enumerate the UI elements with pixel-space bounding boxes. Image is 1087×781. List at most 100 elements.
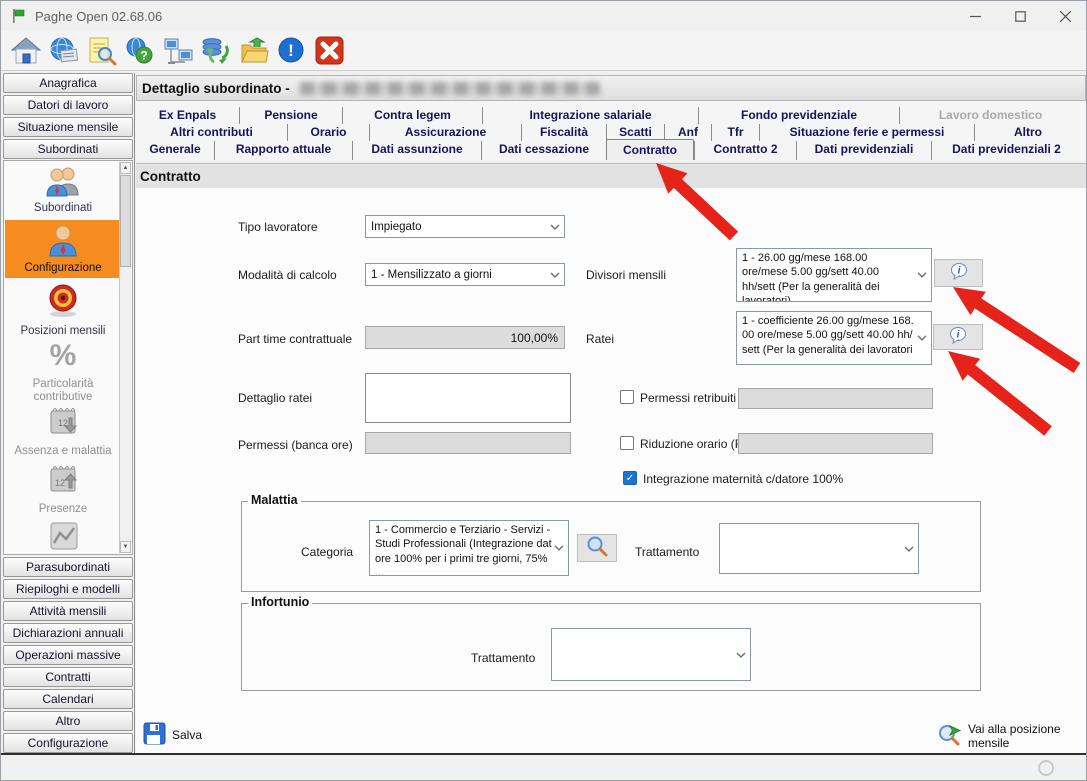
panel-item-assenza-e-malattia[interactable]: 12 Assenza e malattia — [5, 404, 121, 460]
panel-item-posizioni-mensili[interactable]: Posizioni mensili — [5, 282, 121, 338]
svg-text:%: % — [50, 339, 77, 372]
divisori-info-button[interactable]: i — [934, 259, 983, 287]
search-icon — [585, 535, 609, 562]
modalita-calcolo-label: Modalità di calcolo — [238, 268, 337, 282]
users-icon — [5, 165, 121, 202]
chevron-down-icon — [550, 269, 560, 281]
svg-text:!: ! — [288, 41, 294, 60]
permessi-retribuiti-checkbox[interactable] — [620, 390, 634, 404]
integrazione-maternita-checkbox[interactable]: ✓ — [623, 471, 637, 485]
tab-dati-cessazione[interactable]: Dati cessazione — [481, 141, 606, 160]
permessi-retribuiti-field — [738, 388, 933, 409]
database-sync-icon[interactable] — [197, 33, 235, 69]
sidebar-item-contratti[interactable]: Contratti — [3, 667, 133, 687]
tipo-lavoratore-select[interactable]: Impiegato — [365, 215, 565, 238]
tab-rapporto-attuale[interactable]: Rapporto attuale — [214, 141, 352, 160]
tab-pensione[interactable]: Pensione — [239, 107, 342, 124]
goto-monthly-position-button[interactable]: Vai alla posizione mensile — [937, 722, 1086, 750]
ratei-select[interactable]: 1 - coefficiente 26.00 gg/mese 168. 00 o… — [736, 311, 932, 365]
sidebar-item-situazione-mensile[interactable]: Situazione mensile — [3, 117, 133, 137]
sidebar-item-riepiloghi-e-modelli[interactable]: Riepiloghi e modelli — [3, 579, 133, 599]
section-title: Contratto — [140, 169, 201, 184]
status-bar — [1, 755, 1087, 781]
toolbar: ? ! — [1, 31, 1087, 71]
sidebar-item-datori-di-lavoro[interactable]: Datori di lavoro — [3, 95, 133, 115]
infortunio-trattamento-select[interactable] — [551, 628, 751, 681]
tab-integrazione-salariale[interactable]: Integrazione salariale — [482, 107, 698, 124]
page-title: Dettaglio subordinato - — [142, 81, 290, 96]
sidebar-item-altro[interactable]: Altro — [3, 711, 133, 731]
home-icon[interactable] — [7, 33, 45, 69]
panel-item-partial[interactable] — [5, 519, 121, 553]
modalita-calcolo-select[interactable]: 1 - Mensilizzato a giorni — [365, 263, 565, 286]
divisori-mensili-select[interactable]: 1 - 26.00 gg/mese 168.00 ore/mese 5.00 g… — [736, 248, 932, 302]
minimize-icon[interactable] — [953, 1, 998, 31]
tab-assicurazione[interactable]: Assicurazione — [369, 124, 521, 141]
save-button[interactable]: Salva — [143, 722, 202, 748]
sidebar-item-dichiarazioni-annuali[interactable]: Dichiarazioni annuali — [3, 623, 133, 643]
sidebar-item-subordinati[interactable]: Subordinati — [3, 139, 133, 159]
malattia-trattamento-select[interactable] — [719, 523, 919, 574]
categoria-select[interactable]: 1 - Commercio e Terziario - Servizi - St… — [369, 520, 569, 576]
sidebar-item-attivita-mensili[interactable]: Attività mensili — [3, 601, 133, 621]
scroll-up-icon[interactable]: ▲ — [120, 162, 131, 174]
goto-label: Vai alla posizione mensile — [968, 722, 1086, 750]
folder-export-icon[interactable] — [235, 33, 273, 69]
close-icon[interactable] — [1043, 1, 1087, 31]
tab-ex-enpals[interactable]: Ex Enpals — [136, 107, 239, 124]
tab-dati-previdenziali-2[interactable]: Dati previdenziali 2 — [931, 141, 1081, 160]
network-icon[interactable] — [159, 33, 197, 69]
malattia-trattamento-label: Trattamento — [635, 545, 699, 559]
chevron-down-icon — [904, 543, 914, 555]
tab-tfr[interactable]: Tfr — [711, 124, 759, 141]
info-icon[interactable]: ! — [273, 33, 311, 69]
part-time-field: 100,00% — [365, 326, 565, 349]
categoria-search-button[interactable] — [577, 534, 617, 562]
web-news-icon[interactable] — [45, 33, 83, 69]
categoria-value: 1 - Commercio e Terziario - Servizi - St… — [375, 524, 552, 576]
permessi-banca-ore-label: Permessi (banca ore) — [238, 438, 353, 452]
sidebar-item-operazioni-massive[interactable]: Operazioni massive — [3, 645, 133, 665]
scrollbar-thumb[interactable] — [120, 175, 131, 267]
tab-altro[interactable]: Altro — [974, 124, 1081, 141]
panel-item-particolarita-contributive[interactable]: % Particolarità contributive — [5, 337, 121, 403]
chevron-down-icon — [554, 541, 564, 555]
panel-scrollbar[interactable]: ▲ ▼ — [119, 162, 131, 553]
integrazione-maternita-label: Integrazione maternità c/datore 100% — [643, 472, 843, 486]
ratei-info-button[interactable]: i — [933, 324, 983, 350]
exit-icon[interactable] — [311, 33, 349, 69]
panel-item-label: Configurazione — [5, 262, 121, 275]
tab-fondo-previdenziale[interactable]: Fondo previdenziale — [698, 107, 899, 124]
maximize-icon[interactable] — [998, 1, 1043, 31]
sidebar-item-configurazione-bottom[interactable]: Configurazione — [3, 733, 133, 753]
tab-orario[interactable]: Orario — [287, 124, 369, 141]
web-help-icon[interactable]: ? — [121, 33, 159, 69]
sidebar-item-calendari[interactable]: Calendari — [3, 689, 133, 709]
tab-contra-legem[interactable]: Contra legem — [342, 107, 482, 124]
chevron-down-icon — [917, 268, 927, 282]
tab-situazione-ferie-e-permessi[interactable]: Situazione ferie e permessi — [759, 124, 974, 141]
sidebar-item-parasubordinati[interactable]: Parasubordinati — [3, 557, 133, 577]
tab-dati-assunzione[interactable]: Dati assunzione — [352, 141, 481, 160]
window-title: Paghe Open 02.68.06 — [35, 9, 162, 24]
panel-item-configurazione[interactable]: Configurazione — [5, 220, 121, 278]
tipo-lavoratore-value: Impiegato — [371, 221, 422, 233]
dettaglio-ratei-textarea[interactable] — [365, 373, 571, 423]
panel-item-presenze[interactable]: 12 Presenze — [5, 460, 121, 518]
scroll-down-icon[interactable]: ▼ — [120, 541, 131, 553]
chevron-down-icon — [550, 221, 560, 233]
tab-dati-previdenziali[interactable]: Dati previdenziali — [796, 141, 931, 160]
tab-contratto-2[interactable]: Contratto 2 — [694, 141, 796, 160]
riduzione-orario-checkbox[interactable] — [620, 436, 634, 450]
tab-contratto[interactable]: Contratto — [606, 139, 694, 160]
title-bar: Paghe Open 02.68.06 — [1, 1, 1087, 31]
panel-item-subordinati[interactable]: Subordinati — [5, 165, 121, 219]
sidebar-item-anagrafica[interactable]: Anagrafica — [3, 73, 133, 93]
tipo-lavoratore-label: Tipo lavoratore — [238, 220, 318, 234]
floppy-icon — [143, 722, 166, 748]
status-circle-icon — [1038, 760, 1054, 776]
tab-altri-contributi[interactable]: Altri contributi — [136, 124, 287, 141]
tab-fiscalita[interactable]: Fiscalità — [521, 124, 606, 141]
search-document-icon[interactable] — [83, 33, 121, 69]
tab-generale[interactable]: Generale — [136, 141, 214, 160]
